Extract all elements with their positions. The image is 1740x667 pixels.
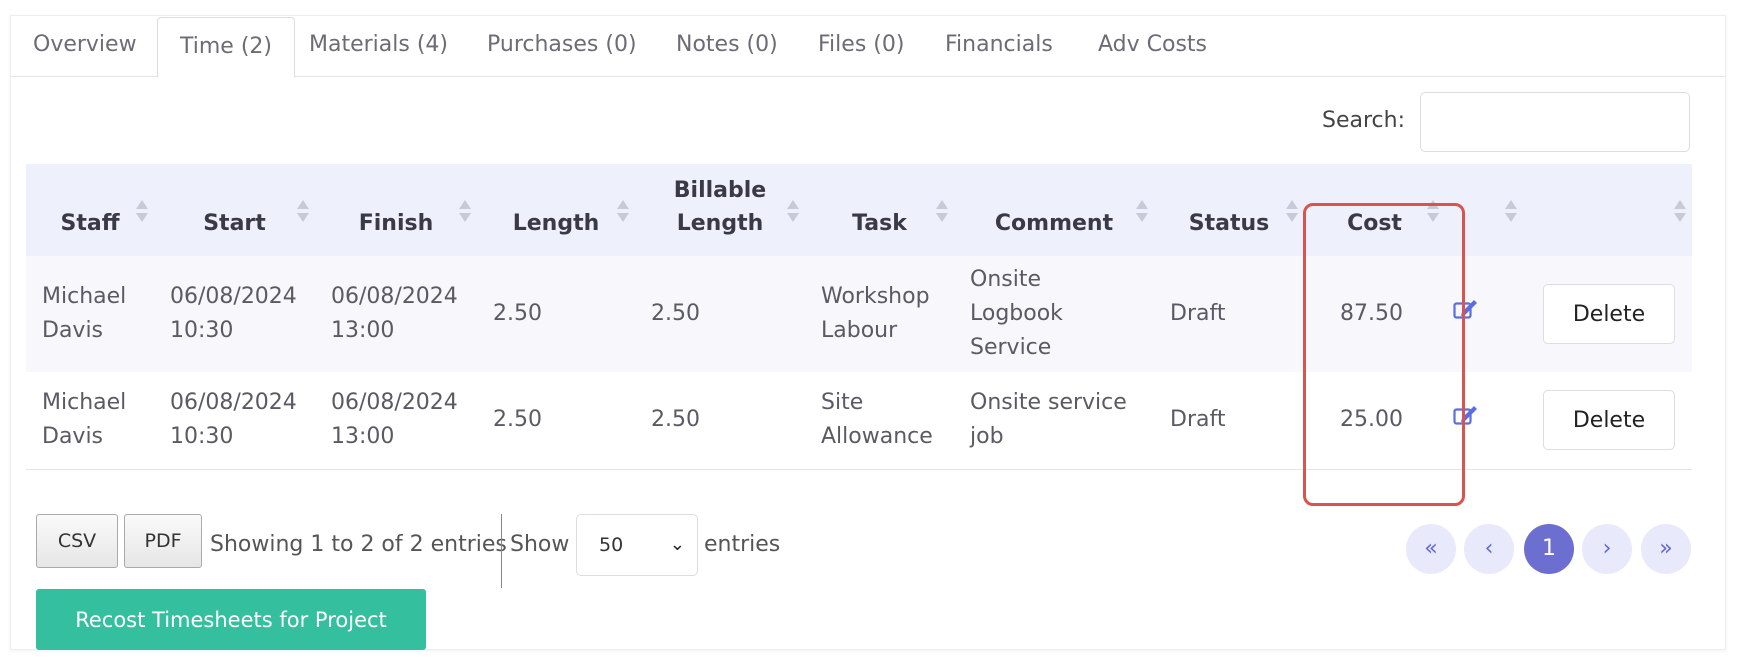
last-page-button[interactable]: » (1641, 524, 1691, 574)
col-delete[interactable] (1523, 164, 1692, 256)
table-row: Michael Davis 06/08/2024 10:30 06/08/202… (26, 256, 1692, 372)
cell-start: 06/08/2024 10:30 (170, 284, 297, 343)
cell-finish: 06/08/2024 13:00 (331, 390, 458, 450)
next-page-button[interactable]: › (1582, 524, 1632, 574)
tab-overview[interactable]: Overview (33, 16, 137, 77)
table-header-row: Staff Start Finish Length Billable Lengt… (26, 164, 1692, 256)
show-label: Show (510, 532, 570, 557)
tab-materials[interactable]: Materials (4) (309, 16, 448, 77)
page-size-value: 50 (599, 534, 624, 556)
col-status[interactable]: Status (1154, 164, 1304, 256)
search-label: Search: (1322, 108, 1405, 133)
tab-notes[interactable]: Notes (0) (676, 16, 778, 77)
sort-icon (1427, 200, 1439, 226)
cell-status: Draft (1170, 407, 1226, 433)
sort-icon (1505, 200, 1517, 226)
sort-icon (459, 200, 471, 226)
cell-comment: Onsite Logbook Service (970, 267, 1063, 360)
tab-files[interactable]: Files (0) (818, 16, 904, 77)
sort-icon (617, 200, 629, 226)
entries-info: Showing 1 to 2 of 2 entries (210, 532, 507, 557)
sort-icon (136, 200, 148, 226)
table-row: Michael Davis 06/08/2024 10:30 06/08/202… (26, 372, 1692, 469)
delete-button[interactable]: Delete (1543, 284, 1675, 344)
edit-icon[interactable] (1453, 297, 1479, 319)
cell-cost: 87.50 (1340, 301, 1403, 326)
search-input[interactable] (1420, 92, 1690, 152)
cell-delete: Delete (1523, 372, 1692, 469)
cell-edit (1445, 372, 1523, 469)
recost-timesheets-button[interactable]: Recost Timesheets for Project (36, 589, 426, 650)
sort-icon (297, 200, 309, 226)
cell-staff: Michael Davis (42, 390, 127, 450)
tab-time[interactable]: Time (2) (157, 17, 295, 78)
cell-staff: Michael Davis (42, 284, 127, 343)
tab-bar: Overview Time (2) Materials (4) Purchase… (11, 16, 1725, 78)
col-length[interactable]: Length (477, 164, 635, 256)
col-comment[interactable]: Comment (954, 164, 1154, 256)
entries-label: entries (704, 532, 781, 557)
cell-task: Site Allowance (821, 390, 933, 450)
sort-icon (1136, 200, 1148, 226)
cell-length: 2.50 (493, 301, 542, 326)
tab-financials[interactable]: Financials (945, 16, 1053, 77)
first-page-button[interactable]: « (1406, 524, 1456, 574)
timesheet-table: Staff Start Finish Length Billable Lengt… (26, 164, 1692, 470)
cell-cost: 25.00 (1340, 407, 1403, 433)
col-staff[interactable]: Staff (26, 164, 154, 256)
cell-task: Workshop Labour (821, 284, 930, 343)
pdf-button[interactable]: PDF (124, 514, 202, 568)
page-1-button[interactable]: 1 (1524, 524, 1574, 574)
edit-icon[interactable] (1453, 403, 1479, 425)
tab-adv-costs[interactable]: Adv Costs (1098, 16, 1207, 77)
csv-button[interactable]: CSV (36, 514, 118, 568)
col-edit[interactable] (1445, 164, 1523, 256)
prev-page-button[interactable]: ‹ (1464, 524, 1514, 574)
cell-finish: 06/08/2024 13:00 (331, 284, 458, 343)
sort-icon (1286, 200, 1298, 226)
cell-delete: Delete (1523, 256, 1692, 372)
cell-billable: 2.50 (651, 407, 700, 433)
chevron-down-icon: ⌄ (669, 534, 685, 555)
col-billable-length[interactable]: Billable Length (635, 164, 805, 256)
cell-status: Draft (1170, 301, 1226, 326)
delete-button[interactable]: Delete (1543, 390, 1675, 451)
cell-length: 2.50 (493, 407, 542, 433)
col-finish[interactable]: Finish (315, 164, 477, 256)
divider (501, 514, 502, 588)
sort-icon (936, 200, 948, 226)
cell-start: 06/08/2024 10:30 (170, 390, 297, 450)
cell-billable: 2.50 (651, 301, 700, 326)
col-cost[interactable]: Cost (1304, 164, 1445, 256)
sort-icon (787, 200, 799, 226)
tab-purchases[interactable]: Purchases (0) (487, 16, 637, 77)
cell-edit (1445, 256, 1523, 372)
page-size-select[interactable]: 50 ⌄ (576, 514, 698, 576)
col-task[interactable]: Task (805, 164, 954, 256)
col-start[interactable]: Start (154, 164, 315, 256)
sort-icon (1674, 200, 1686, 226)
cell-comment: Onsite service job (970, 390, 1127, 450)
